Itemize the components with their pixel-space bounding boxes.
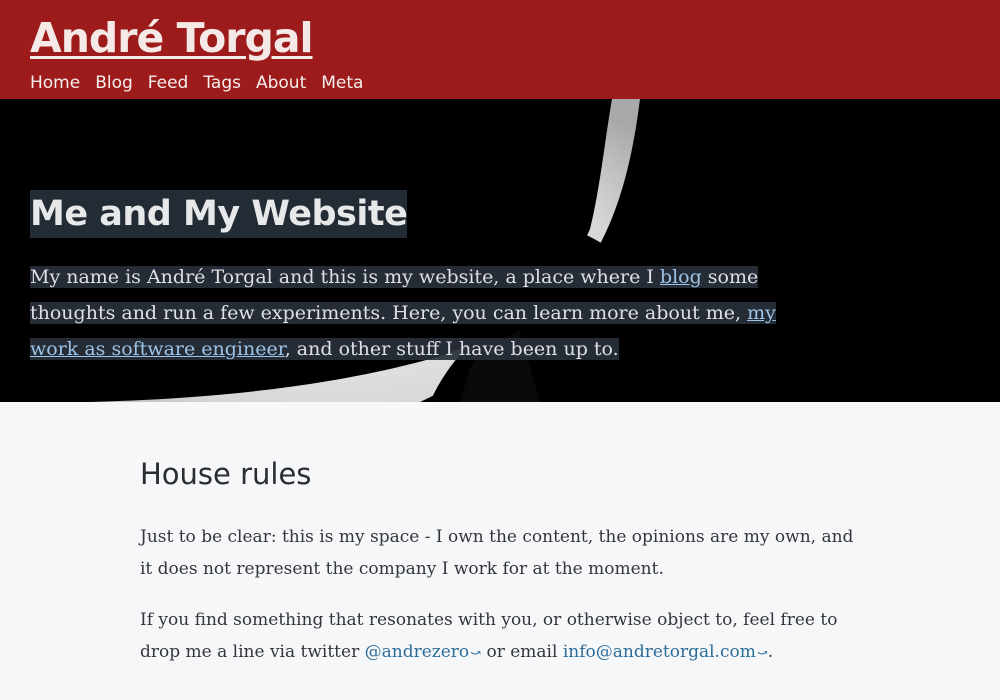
hero-section: Me and My Website My name is André Torga… (0, 99, 1000, 402)
nav-item-meta[interactable]: Meta (321, 70, 363, 96)
hero-intro-paragraph: My name is André Torgal and this is my w… (30, 259, 830, 367)
hero-text-part-1: My name is André Torgal and this is my w… (30, 266, 660, 288)
site-header: André Torgal Home Blog Feed Tags About M… (0, 0, 1000, 99)
para2-text-part-2: or email (481, 642, 563, 662)
blog-link[interactable]: blog (660, 266, 702, 288)
email-link-label: info@andretorgal.com (562, 642, 756, 662)
email-link[interactable]: info@andretorgal.com⤻ (563, 642, 768, 662)
hero-title: Me and My Website (30, 190, 408, 238)
section-title-house-rules: House rules (140, 457, 312, 491)
nav-item-feed[interactable]: Feed (148, 70, 189, 96)
para2-text-part-3: . (767, 642, 774, 662)
house-rules-paragraph-1: Just to be clear: this is my space - I o… (140, 527, 854, 579)
twitter-link[interactable]: @andrezero⤻ (365, 642, 481, 662)
external-link-icon: ⤻ (756, 646, 768, 661)
site-title-link[interactable]: André Torgal (30, 10, 314, 66)
twitter-link-label: @andrezero (364, 642, 470, 662)
hero-text-part-3: , and other stuff I have been up to. (284, 338, 619, 360)
house-rules-paragraph-2: If you find something that resonates wit… (140, 604, 865, 670)
external-link-icon: ⤻ (470, 646, 482, 661)
nav-item-home[interactable]: Home (30, 70, 80, 96)
nav-item-blog[interactable]: Blog (95, 70, 133, 96)
main-nav: Home Blog Feed Tags About Meta (30, 70, 363, 96)
nav-item-tags[interactable]: Tags (203, 70, 241, 96)
nav-item-about[interactable]: About (256, 70, 306, 96)
